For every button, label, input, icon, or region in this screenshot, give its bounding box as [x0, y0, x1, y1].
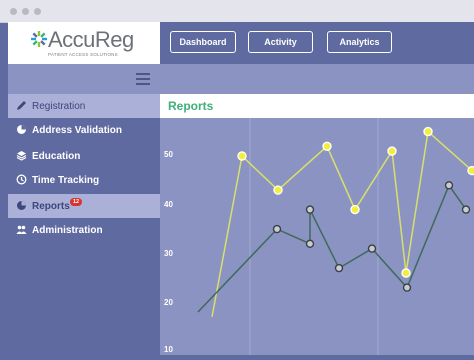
data-point[interactable] [467, 165, 474, 176]
y-tick-label: 20 [164, 298, 173, 307]
y-tick-label: 40 [164, 200, 173, 209]
data-point[interactable] [350, 204, 360, 215]
browser-titlebar [0, 0, 474, 23]
page-title: Reports [168, 99, 214, 113]
sidebar-item-label: Registration [32, 100, 86, 112]
y-tick-label: 50 [164, 150, 173, 159]
data-point[interactable] [273, 185, 283, 195]
sidebar-item-label: Administration [32, 224, 103, 236]
sidebar-item-label: Time Tracking [32, 174, 100, 186]
series-line [197, 183, 467, 313]
chart-area: 50 40 30 20 10 [160, 118, 474, 355]
sidebar-item-address-validation[interactable]: Address Validation [8, 118, 160, 142]
line-chart [197, 118, 474, 355]
data-point[interactable] [401, 268, 411, 278]
data-point[interactable] [444, 181, 454, 190]
sidebar-item-label: Address Validation [32, 124, 123, 136]
analytics-button[interactable]: Analytics [327, 31, 392, 53]
page-header: Reports [160, 94, 474, 118]
sidebar-item-education[interactable]: Education [8, 144, 160, 168]
sidebar-item-label: Reports [32, 200, 70, 212]
sidebar-item-registration[interactable]: Registration [8, 94, 160, 118]
sidebar-item-administration[interactable]: Administration [8, 218, 160, 242]
y-tick-label: 10 [164, 345, 173, 354]
logo[interactable]: AccuReg PATIENT ACCESS SOLUTIONS [8, 22, 160, 64]
layers-icon [16, 150, 27, 161]
data-point[interactable] [305, 239, 315, 249]
data-point[interactable] [237, 151, 247, 161]
clock-icon [16, 174, 27, 185]
logo-tagline: PATIENT ACCESS SOLUTIONS [48, 52, 118, 57]
data-point[interactable] [272, 224, 282, 234]
notification-badge: 12 [70, 198, 82, 206]
sidebar-item-reports[interactable]: Reports 12 [8, 194, 160, 218]
sidebar: Registration Address Validation Educatio… [8, 94, 160, 355]
data-point[interactable] [387, 146, 397, 156]
window-close-dot[interactable] [10, 8, 17, 15]
app-header: AccuReg PATIENT ACCESS SOLUTIONS Dashboa… [8, 22, 474, 64]
toolbar [8, 64, 474, 94]
sidebar-item-label: Education [32, 150, 81, 162]
data-point[interactable] [402, 283, 412, 292]
sidebar-item-time-tracking[interactable]: Time Tracking [8, 168, 160, 192]
data-point[interactable] [334, 263, 344, 273]
data-point[interactable] [423, 126, 433, 137]
window-maximize-dot[interactable] [34, 8, 41, 15]
data-point[interactable] [367, 244, 377, 253]
data-point[interactable] [322, 141, 332, 151]
users-icon [16, 224, 27, 235]
activity-button[interactable]: Activity [248, 31, 313, 53]
dashboard-button[interactable]: Dashboard [170, 31, 236, 53]
y-tick-label: 30 [164, 249, 173, 258]
window-minimize-dot[interactable] [22, 8, 29, 15]
accureg-logo-icon [31, 31, 47, 47]
pie-icon [16, 200, 27, 211]
data-point[interactable] [305, 205, 315, 214]
logo-text: AccuReg [48, 27, 134, 52]
pencil-icon [16, 100, 27, 111]
data-point[interactable] [461, 205, 471, 214]
pie-icon [16, 124, 27, 135]
hamburger-menu-icon[interactable] [136, 73, 150, 85]
